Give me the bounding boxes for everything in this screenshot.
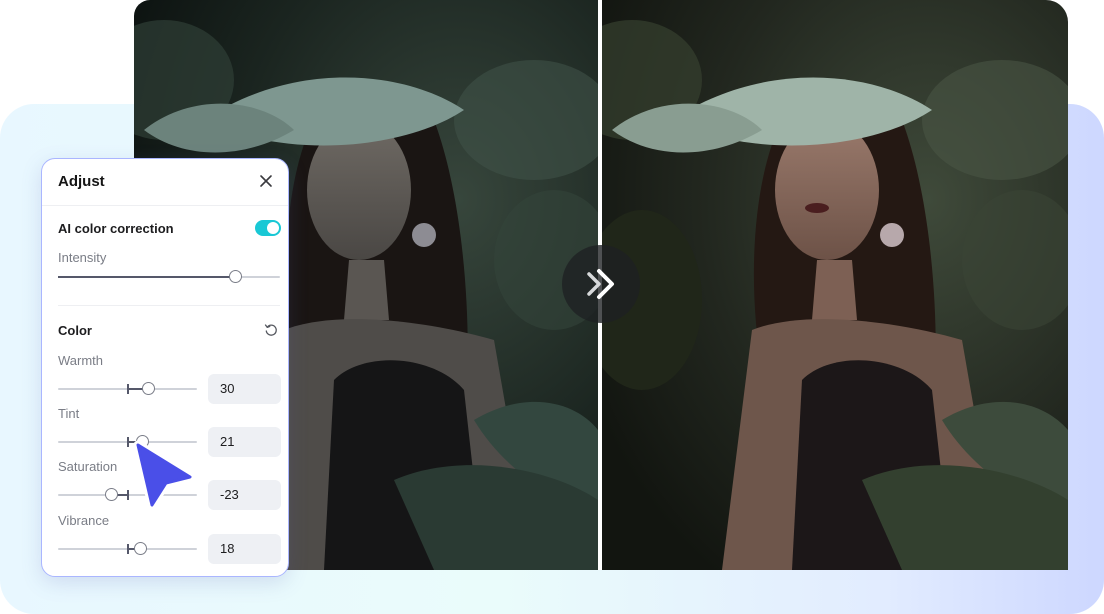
- tint-label: Tint: [58, 406, 80, 421]
- panel-header: Adjust: [42, 159, 288, 206]
- slider-handle[interactable]: [133, 542, 147, 555]
- intensity-slider[interactable]: [58, 269, 280, 285]
- double-chevron-right-icon: [587, 269, 614, 299]
- reset-icon[interactable]: [264, 323, 278, 337]
- adjust-panel: Adjust AI color correction Intensity Col…: [41, 158, 289, 577]
- tint-value-input[interactable]: 21: [208, 427, 281, 457]
- slider-handle[interactable]: [105, 488, 118, 501]
- intensity-label: Intensity: [58, 250, 107, 265]
- toggle-knob: [267, 222, 279, 234]
- after-photo: [602, 0, 1068, 570]
- slider-center-tick: [127, 437, 129, 447]
- warmth-label: Warmth: [58, 353, 104, 368]
- warmth-value-input[interactable]: 30: [208, 374, 281, 404]
- section-divider: [58, 305, 280, 306]
- ai-correction-toggle[interactable]: [255, 220, 281, 236]
- slider-center-tick: [127, 544, 129, 554]
- vibrance-label: Vibrance: [58, 513, 110, 528]
- saturation-label: Saturation: [58, 459, 118, 474]
- saturation-value-input[interactable]: -23: [208, 480, 281, 510]
- slider-center-tick: [127, 384, 129, 394]
- ai-correction-label: AI color correction: [58, 221, 174, 236]
- slider-fill: [58, 276, 236, 278]
- warmth-slider[interactable]: [58, 381, 197, 397]
- vibrance-slider[interactable]: [58, 541, 197, 557]
- close-icon[interactable]: [258, 173, 274, 189]
- slider-center-tick: [127, 490, 129, 500]
- color-section-title: Color: [58, 323, 92, 338]
- panel-title: Adjust: [58, 173, 105, 190]
- slider-handle[interactable]: [228, 270, 242, 283]
- mouse-pointer-icon: [133, 440, 194, 510]
- slider-handle[interactable]: [141, 382, 155, 395]
- compare-button[interactable]: [562, 245, 640, 323]
- vibrance-value-input[interactable]: 18: [208, 534, 281, 564]
